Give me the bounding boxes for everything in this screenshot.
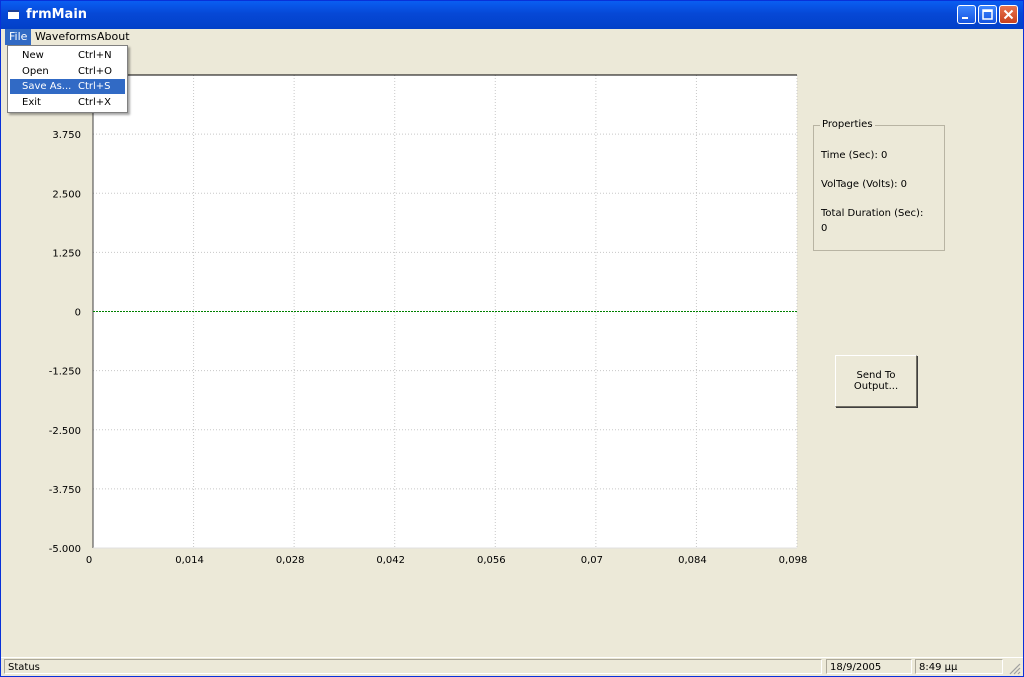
menu-item-exit[interactable]: Exit Ctrl+X xyxy=(10,95,125,110)
y-tick-label: -3.750 xyxy=(49,485,81,496)
maximize-icon xyxy=(982,9,993,20)
x-tick-label: 0,056 xyxy=(477,555,506,566)
menu-item-label: Exit xyxy=(22,97,41,108)
resize-grip-icon[interactable] xyxy=(1007,661,1021,675)
x-tick-label: 0,028 xyxy=(276,555,305,566)
chart-svg: 0 0,014 0,028 0,042 0,056 0,07 0,084 0,098 3.750… xyxy=(49,74,808,566)
x-tick-label: 0,014 xyxy=(175,555,204,566)
menu-item-label: Open xyxy=(22,66,49,77)
y-tick-label: 1.250 xyxy=(52,248,81,259)
menu-item-save-as[interactable]: Save As... Ctrl+S xyxy=(10,79,125,94)
y-tick-label: 3.750 xyxy=(52,130,81,141)
menu-waveforms[interactable]: Waveforms xyxy=(31,29,101,45)
minimize-icon xyxy=(962,17,968,19)
y-tick-label: -1.250 xyxy=(49,367,81,378)
send-to-output-button[interactable]: Send To Output... xyxy=(835,355,917,407)
menu-item-label: New xyxy=(22,50,44,61)
menu-item-shortcut: Ctrl+O xyxy=(78,66,113,77)
x-tick-label: 0,07 xyxy=(581,555,603,566)
x-tick-label: 0,098 xyxy=(779,555,808,566)
menu-item-shortcut: Ctrl+S xyxy=(78,81,111,92)
close-icon xyxy=(1003,9,1014,20)
y-tick-label: -5.000 xyxy=(49,544,81,555)
send-button-line2: Output... xyxy=(853,381,899,392)
duration-label: Total Duration (Sec): xyxy=(821,208,924,219)
menu-item-shortcut: Ctrl+X xyxy=(78,97,112,108)
file-dropdown-menu: New Ctrl+N Open Ctrl+O Save As... Ctrl+S… xyxy=(7,45,128,113)
status-date: 18/9/2005 xyxy=(826,659,912,674)
main-window: frmMain File Waveforms About 0 0,014 0,028… xyxy=(0,0,1024,677)
x-tick-label: 0,084 xyxy=(678,555,707,566)
menu-item-shortcut: Ctrl+N xyxy=(78,50,112,61)
status-time: 8:49 μμ xyxy=(915,659,1003,674)
status-text: Status xyxy=(4,659,822,674)
title-bar[interactable]: frmMain xyxy=(1,1,1023,29)
app-icon xyxy=(8,10,19,19)
x-tick-label: 0,042 xyxy=(376,555,405,566)
voltage-readout: VolTage (Volts): 0 xyxy=(821,179,908,190)
properties-groupbox: Properties Time (Sec): 0 VolTage (Volts)… xyxy=(813,119,945,251)
menu-bar: File Waveforms About xyxy=(1,29,1023,45)
properties-legend: Properties xyxy=(820,119,875,130)
window-title: frmMain xyxy=(26,7,88,22)
close-button[interactable] xyxy=(999,5,1018,24)
duration-value: 0 xyxy=(821,223,828,234)
minimize-button[interactable] xyxy=(957,5,976,24)
menu-about[interactable]: About xyxy=(93,29,134,45)
y-tick-label: -2.500 xyxy=(49,426,81,437)
menu-item-new[interactable]: New Ctrl+N xyxy=(10,48,125,63)
send-button-line1: Send To xyxy=(856,370,896,381)
y-tick-label: 0 xyxy=(75,308,81,319)
maximize-button[interactable] xyxy=(978,5,997,24)
waveform-chart[interactable]: 0 0,014 0,028 0,042 0,056 0,07 0,084 0,098 3.750… xyxy=(1,45,821,575)
menu-item-label: Save As... xyxy=(22,81,72,92)
menu-file[interactable]: File xyxy=(5,29,32,45)
x-tick-label: 0 xyxy=(86,555,92,566)
time-readout: Time (Sec): 0 xyxy=(821,150,888,161)
y-tick-label: 2.500 xyxy=(52,189,81,200)
status-bar: Status 18/9/2005 8:49 μμ xyxy=(1,657,1023,676)
menu-item-open[interactable]: Open Ctrl+O xyxy=(10,64,125,79)
